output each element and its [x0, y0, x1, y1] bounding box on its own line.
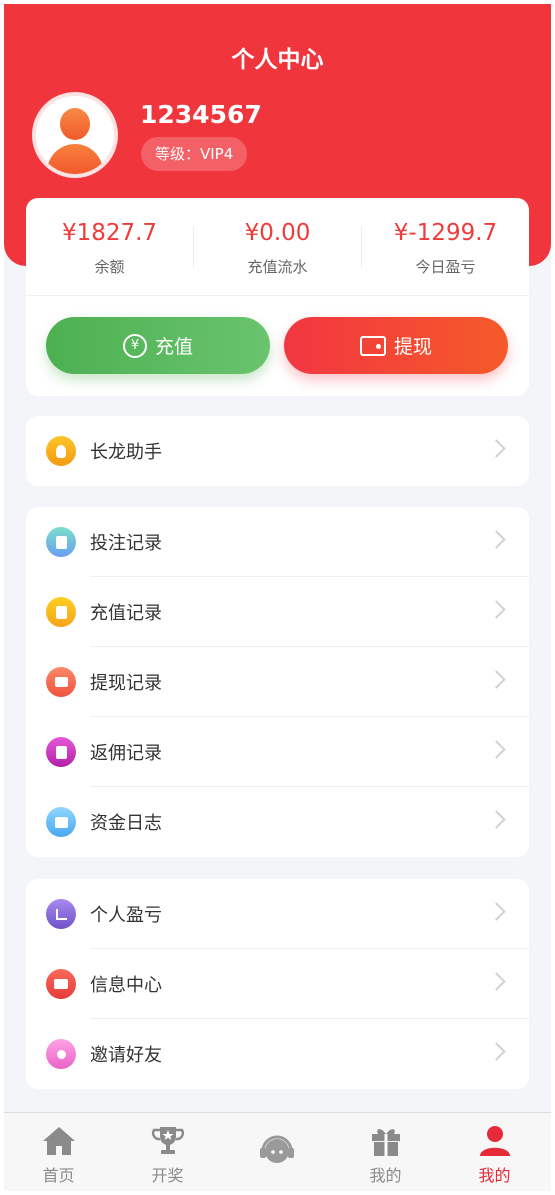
menu-item-label: 返佣记录	[90, 743, 162, 764]
tab-draw-results[interactable]: 开奖	[113, 1113, 222, 1191]
lightbulb-icon	[46, 436, 76, 466]
recharge-button[interactable]: ¥ 充值	[46, 317, 270, 374]
tab-home[interactable]: 首页	[4, 1113, 113, 1191]
menu-item-fund-log[interactable]: 资金日志	[26, 787, 529, 857]
tab-customer-service[interactable]	[222, 1113, 331, 1191]
divider	[26, 295, 529, 296]
avatar-body	[47, 144, 103, 174]
menu-item-recharge-record[interactable]: 充值记录	[26, 577, 529, 647]
menu-group-3: 个人盈亏 信息中心 邀请好友	[26, 879, 529, 1089]
recharge-record-icon	[46, 597, 76, 627]
menu-group-2: 投注记录 充值记录 提现记录 返佣记录 资金日志	[26, 507, 529, 857]
chevron-right-icon	[487, 902, 506, 921]
balance-card: ¥1827.7 余额 ¥0.00 充值流水 ¥-1299.7 今日盈亏 ¥ 充值…	[26, 198, 529, 396]
menu-item-rebate-record[interactable]: 返佣记录	[26, 717, 529, 787]
chevron-right-icon	[487, 439, 506, 458]
chevron-right-icon	[487, 810, 506, 829]
chevron-right-icon	[487, 530, 506, 549]
avatar[interactable]	[32, 92, 118, 178]
fund-log-icon	[46, 807, 76, 837]
menu-item-personal-profit[interactable]: 个人盈亏	[26, 879, 529, 949]
gift-icon	[371, 1129, 400, 1156]
balance-value: ¥1827.7	[61, 220, 158, 246]
menu-item-invite-friends[interactable]: 邀请好友	[26, 1019, 529, 1089]
app-screen: 个人中心 1234567 等级：VIP4 ¥1827.7 余额 ¥0.00 充值…	[4, 4, 551, 1191]
invite-icon	[46, 1039, 76, 1069]
menu-item-bet-record[interactable]: 投注记录	[26, 507, 529, 577]
tab-label: 我的	[478, 1166, 511, 1185]
vip-level-badge: 等级：VIP4	[141, 137, 248, 171]
menu-item-label: 信息中心	[90, 975, 162, 996]
page-title: 个人中心	[231, 47, 324, 73]
menu-item-label: 充值记录	[90, 603, 162, 624]
balance-stat: ¥1827.7 余额	[26, 220, 193, 277]
chevron-right-icon	[487, 972, 506, 991]
chevron-right-icon	[487, 740, 506, 759]
wallet-icon	[359, 335, 386, 356]
menu-item-label: 投注记录	[90, 533, 162, 554]
username: 1234567	[140, 100, 262, 129]
balance-label: 余额	[94, 258, 125, 276]
bottom-tab-bar: 首页 开奖 我的 我的	[4, 1112, 551, 1191]
chevron-right-icon	[487, 670, 506, 689]
withdraw-button[interactable]: 提现	[284, 317, 508, 374]
recharge-flow-stat: ¥0.00 充值流水	[194, 220, 361, 277]
avatar-head	[60, 108, 90, 140]
user-icon	[479, 1126, 510, 1156]
profit-chart-icon	[46, 899, 76, 929]
menu-item-label: 邀请好友	[90, 1045, 162, 1066]
recharge-button-label: 充值	[154, 336, 193, 358]
chevron-right-icon	[487, 600, 506, 619]
yen-icon: ¥	[122, 333, 147, 358]
menu-item-label: 个人盈亏	[90, 905, 162, 926]
withdraw-button-label: 提现	[393, 336, 432, 358]
rebate-record-icon	[46, 737, 76, 767]
home-icon	[42, 1127, 75, 1155]
tab-label: 我的	[369, 1166, 402, 1185]
tab-label: 开奖	[151, 1166, 184, 1185]
menu-item-message-center[interactable]: 信息中心	[26, 949, 529, 1019]
today-profit-stat: ¥-1299.7 今日盈亏	[362, 220, 529, 277]
bet-record-icon	[46, 527, 76, 557]
withdraw-record-icon	[46, 667, 76, 697]
menu-item-label: 长龙助手	[90, 442, 162, 463]
tab-my[interactable]: 我的	[440, 1113, 549, 1191]
tab-label: 首页	[42, 1166, 75, 1185]
mail-icon	[46, 969, 76, 999]
menu-item-label: 资金日志	[90, 813, 162, 834]
menu-group-1: 长龙助手	[26, 416, 529, 486]
menu-item-long-dragon[interactable]: 长龙助手	[26, 416, 529, 486]
headset-icon	[259, 1135, 294, 1163]
recharge-flow-label: 充值流水	[247, 258, 308, 276]
menu-item-label: 提现记录	[90, 673, 162, 694]
chevron-right-icon	[487, 1042, 506, 1061]
today-profit-label: 今日盈亏	[415, 258, 476, 276]
tab-rewards[interactable]: 我的	[331, 1113, 440, 1191]
recharge-flow-value: ¥0.00	[244, 220, 311, 246]
menu-item-withdraw-record[interactable]: 提现记录	[26, 647, 529, 717]
trophy-icon	[151, 1127, 184, 1154]
today-profit-value: ¥-1299.7	[393, 220, 498, 246]
